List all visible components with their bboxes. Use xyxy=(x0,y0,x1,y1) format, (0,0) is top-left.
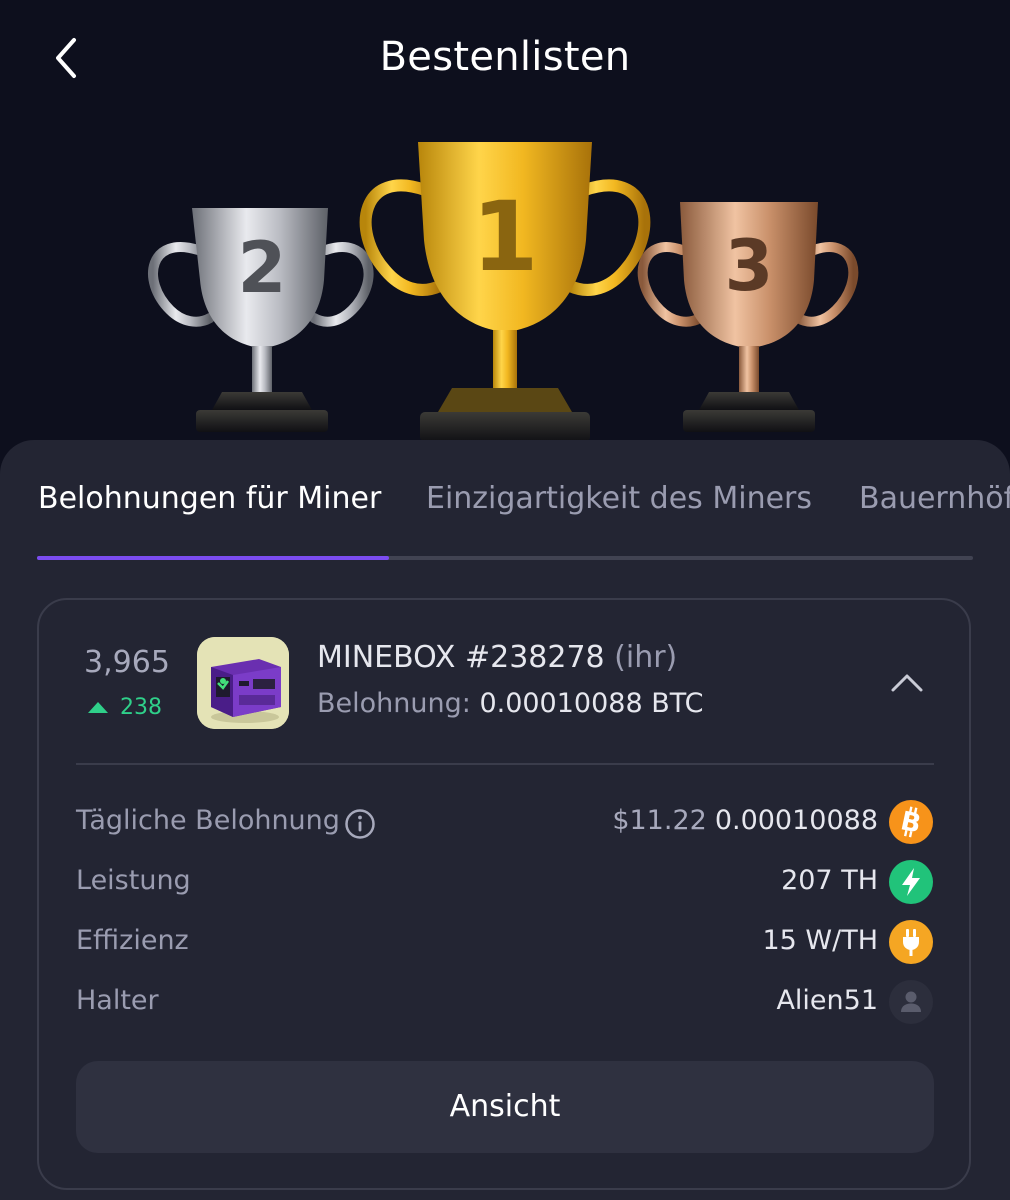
rank-change: 238 xyxy=(88,694,162,720)
arrow-up-icon xyxy=(88,701,108,713)
power-value: 207 TH xyxy=(781,865,878,896)
daily-reward-label: Tägliche Belohnung xyxy=(76,805,340,836)
svg-text:2: 2 xyxy=(238,227,287,309)
plug-icon xyxy=(889,920,933,964)
user-icon xyxy=(889,980,933,1024)
miner-name: MINEBOX #238278 xyxy=(317,640,605,675)
bitcoin-icon: B xyxy=(889,800,933,844)
tab-farms[interactable]: Bauernhöfe xyxy=(859,478,1010,520)
reward-value: 0.00010088 BTC xyxy=(479,688,704,719)
tab-bar: Belohnungen für Miner Einzigartigkeit de… xyxy=(38,478,1010,528)
svg-text:1: 1 xyxy=(472,181,539,293)
rank-change-value: 238 xyxy=(120,694,162,720)
page-title: Bestenlisten xyxy=(379,34,631,80)
trophies-illustration: 2 1 3 xyxy=(148,142,859,442)
power-label: Leistung xyxy=(76,865,191,896)
holder-value[interactable]: Alien51 xyxy=(776,985,878,1016)
holder-label: Halter xyxy=(76,985,159,1016)
trophy-gold: 1 xyxy=(359,142,651,442)
card-divider xyxy=(76,763,934,765)
reward-label: Belohnung: xyxy=(317,688,471,719)
daily-reward-value: $11.22 0.00010088 xyxy=(612,805,878,836)
owner-tag: (ihr) xyxy=(614,640,678,675)
miner-reward: Belohnung: 0.00010088 BTC xyxy=(317,688,704,719)
trophy-silver: 2 xyxy=(148,208,374,432)
efficiency-value: 15 W/TH xyxy=(762,925,878,956)
tab-miner-rewards[interactable]: Belohnungen für Miner xyxy=(38,478,381,520)
tab-active-indicator xyxy=(37,556,389,560)
tab-miner-uniqueness[interactable]: Einzigartigkeit des Miners xyxy=(426,478,812,520)
collapse-button[interactable] xyxy=(885,662,929,702)
chevron-up-icon xyxy=(891,674,923,692)
daily-reward-usd: $11.22 xyxy=(612,805,707,836)
miner-title: MINEBOX #238278 (ihr) xyxy=(317,640,677,675)
miner-thumbnail xyxy=(197,637,289,729)
rank-number: 3,965 xyxy=(84,645,170,680)
efficiency-label: Effizienz xyxy=(76,925,189,956)
daily-reward-btc: 0.00010088 xyxy=(714,805,878,836)
leaderboard-screen: Bestenlisten 2 1 3 Belohnungen für Miner… xyxy=(0,0,1010,1200)
trophy-bronze: 3 xyxy=(637,202,859,432)
lightning-icon xyxy=(889,860,933,904)
view-button[interactable]: Ansicht xyxy=(76,1061,934,1153)
svg-text:3: 3 xyxy=(725,225,774,307)
info-icon[interactable] xyxy=(344,808,376,840)
